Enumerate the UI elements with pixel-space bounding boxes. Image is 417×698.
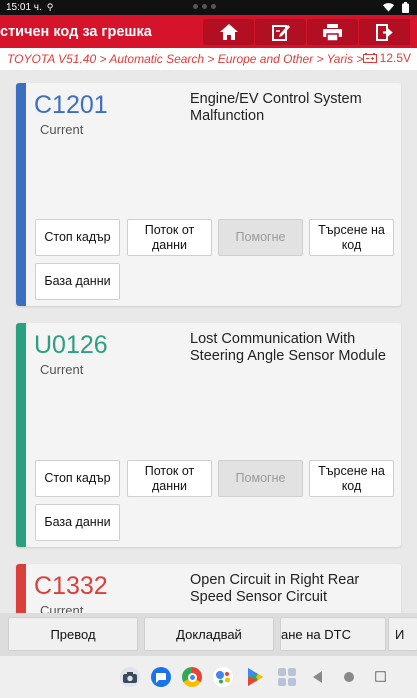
status-bar: 15:01 ч. ⚲	[0, 0, 417, 15]
dtc-color-bar	[16, 564, 26, 613]
report-button[interactable]: Докладвай	[144, 617, 274, 651]
battery-icon	[402, 2, 409, 13]
clear-dtc-button[interactable]: ане на DTC	[280, 617, 386, 651]
freeze-frame-button[interactable]: Стоп кадър	[35, 460, 120, 497]
edit-report-icon	[271, 24, 290, 41]
help-button[interactable]: Помогне	[218, 460, 303, 497]
navigation-bar	[0, 656, 417, 698]
home-button[interactable]	[203, 19, 254, 45]
database-button[interactable]: База данни	[35, 504, 120, 541]
breadcrumb: TOYOTA V51.40 > Automatic Search > Europ…	[0, 48, 417, 70]
dtc-color-bar	[16, 323, 26, 547]
play-store-app-icon[interactable]	[245, 667, 265, 687]
edit-report-button[interactable]	[255, 19, 306, 45]
dtc-color-bar	[16, 83, 26, 306]
dtc-description: Lost Communication With Steering Angle S…	[190, 331, 386, 364]
database-button[interactable]: База данни	[35, 263, 120, 300]
voltage-indicator: 12.5V	[362, 51, 411, 65]
home-nav-icon[interactable]	[343, 671, 355, 683]
data-stream-button[interactable]: Поток от данни	[127, 219, 212, 256]
print-button[interactable]	[307, 19, 358, 45]
wifi-icon	[383, 2, 394, 12]
help-button[interactable]: Помогне	[218, 219, 303, 256]
search-code-button[interactable]: Търсене на код	[309, 219, 394, 256]
translate-button[interactable]: Превод	[8, 617, 138, 651]
dtc-card: U0126 Current Lost Communication With St…	[16, 323, 401, 547]
freeze-frame-button[interactable]: Стоп кадър	[35, 219, 120, 256]
dtc-code: U0126	[34, 331, 108, 359]
usb-icon: ⚲	[46, 2, 54, 12]
dtc-description: Open Circuit in Right Rear Speed Sensor …	[190, 572, 360, 605]
voltage-value: 12.5V	[379, 51, 411, 65]
breadcrumb-path: TOYOTA V51.40 > Automatic Search > Europ…	[7, 52, 374, 66]
recents-icon[interactable]	[375, 671, 386, 682]
dtc-status: Current	[40, 122, 84, 137]
exit-button[interactable]	[359, 19, 410, 45]
dtc-status: Current	[40, 603, 84, 613]
search-code-button[interactable]: Търсене на код	[309, 460, 394, 497]
exit-icon	[375, 23, 393, 41]
more-button[interactable]: И	[388, 617, 417, 651]
page-title: стичен код за грешка	[0, 23, 152, 40]
assistant-app-icon[interactable]	[213, 667, 233, 687]
dtc-description: Engine/EV Control System Malfunction	[190, 91, 362, 124]
dtc-list[interactable]: C1201 Current Engine/EV Control System M…	[0, 70, 417, 613]
print-icon	[323, 23, 342, 41]
dtc-code: C1332	[34, 572, 108, 600]
bottom-action-bar: Превод Докладвай ане на DTC И	[0, 613, 417, 656]
dtc-code: C1201	[34, 91, 108, 119]
dtc-card: C1332 Current Open Circuit in Right Rear…	[16, 564, 401, 613]
dtc-card: C1201 Current Engine/EV Control System M…	[16, 83, 401, 306]
home-icon	[219, 24, 238, 40]
camera-dots	[193, 4, 216, 9]
back-icon[interactable]	[313, 671, 323, 683]
dtc-status: Current	[40, 362, 84, 377]
chrome-app-icon[interactable]	[182, 667, 202, 687]
status-time: 15:01 ч.	[6, 2, 42, 13]
app-drawer-icon[interactable]	[277, 667, 297, 687]
camera-app-icon[interactable]	[120, 667, 140, 687]
battery-voltage-icon	[362, 53, 377, 63]
data-stream-button[interactable]: Поток от данни	[127, 460, 212, 497]
messages-app-icon[interactable]	[151, 667, 171, 687]
